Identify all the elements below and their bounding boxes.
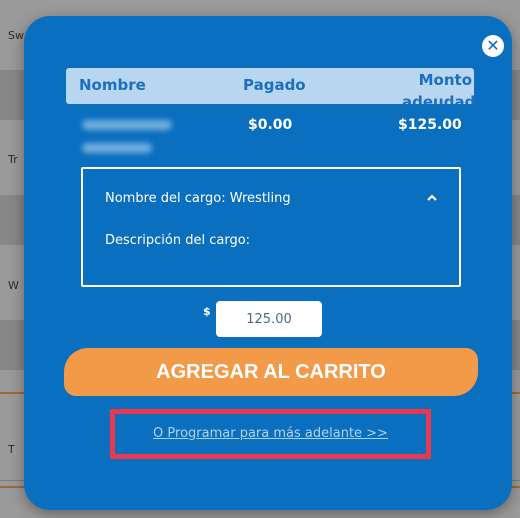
amount-due-value: $125.00	[398, 117, 462, 133]
charge-details: Nombre del cargo: Wrestling Descripción …	[81, 167, 461, 287]
highlight-frame: O Programar para más adelante >>	[110, 409, 431, 459]
blurred-name	[82, 120, 172, 130]
column-header-name: Nombre	[79, 76, 146, 94]
background-row-label: T	[8, 443, 15, 456]
paid-value: $0.00	[248, 117, 293, 133]
currency-symbol: $	[203, 305, 211, 318]
add-to-cart-button[interactable]: AGREGAR AL CARRITO	[64, 348, 478, 396]
blurred-name	[82, 143, 152, 153]
background-row-label: W	[8, 279, 19, 292]
page: Sw Tr W T ✕ Nombre Pagado Monto adeudado…	[0, 0, 520, 518]
background-row-label: Tr	[8, 153, 18, 166]
background-row-label: Sw	[8, 29, 24, 42]
charge-name: Nombre del cargo: Wrestling	[105, 191, 291, 206]
charge-description: Descripción del cargo:	[105, 233, 251, 248]
column-header-amount-due: Monto adeudado	[402, 71, 474, 104]
chevron-up-icon[interactable]	[425, 191, 439, 205]
column-header-paid: Pagado	[243, 76, 306, 94]
close-icon[interactable]: ✕	[482, 35, 504, 57]
schedule-later-link[interactable]: O Programar para más adelante >>	[115, 414, 426, 454]
amount-input[interactable]	[216, 301, 322, 337]
table-header: Nombre Pagado Monto adeudado	[66, 68, 474, 104]
